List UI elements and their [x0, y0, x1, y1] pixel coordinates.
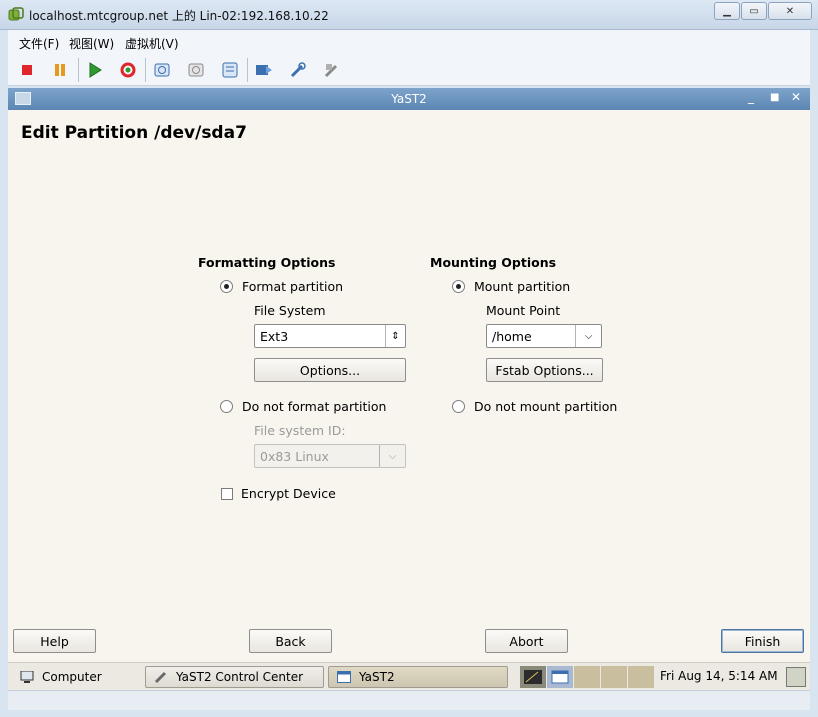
host-titlebar: localhost.mtcgroup.net 上的 Lin-02:192.168… — [0, 0, 818, 30]
yast-minimize-icon[interactable]: _ — [748, 90, 754, 104]
snapshot-icon — [154, 63, 170, 77]
abort-button[interactable]: Abort — [485, 629, 568, 653]
taskbar-yast2[interactable]: YaST2 — [328, 666, 508, 688]
vm-settings-button[interactable] — [252, 58, 276, 82]
format-partition-label[interactable]: Format partition — [242, 279, 343, 294]
revert-snapshot-button[interactable] — [184, 58, 208, 82]
options-button[interactable]: Options... — [254, 358, 406, 382]
do-not-format-radio[interactable] — [220, 400, 233, 413]
yast-maximize-icon[interactable]: ■ — [770, 92, 779, 103]
do-not-mount-label[interactable]: Do not mount partition — [474, 399, 617, 414]
tools-icon — [324, 64, 338, 78]
snapshot-manager-button[interactable] — [218, 58, 242, 82]
maximize-button[interactable]: ▭ — [741, 2, 767, 20]
host-toolbar — [8, 54, 810, 86]
mount-point-value: /home — [492, 329, 532, 344]
finish-button[interactable]: Finish — [721, 629, 804, 653]
pause-button[interactable] — [48, 58, 72, 82]
reset-button[interactable] — [116, 58, 140, 82]
mount-point-label: Mount Point — [486, 303, 561, 318]
play-icon — [89, 62, 102, 78]
fs-id-value: 0x83 Linux — [260, 449, 329, 464]
snapshot-button[interactable] — [150, 58, 174, 82]
fs-id-label: File system ID: — [254, 423, 346, 438]
clock[interactable]: Fri Aug 14, 5:14 AM — [660, 669, 778, 683]
encrypt-device-label[interactable]: Encrypt Device — [241, 486, 336, 501]
menu-file[interactable]: 文件(F) — [19, 35, 59, 52]
play-button[interactable] — [83, 58, 107, 82]
format-partition-radio[interactable] — [220, 280, 233, 293]
tools-button[interactable] — [286, 58, 310, 82]
vm-settings-icon — [256, 65, 272, 75]
computer-label: Computer — [42, 670, 102, 684]
computer-menu[interactable]: Computer — [12, 666, 102, 688]
minimize-button[interactable]: ▁ — [714, 2, 740, 20]
workspace-4[interactable] — [601, 666, 627, 688]
network-icon[interactable] — [786, 667, 806, 687]
encrypt-device-checkbox[interactable] — [221, 488, 233, 500]
menu-vm[interactable]: 虚拟机(V) — [125, 35, 179, 52]
workspace-5[interactable] — [628, 666, 654, 688]
workspace-1[interactable] — [520, 666, 546, 688]
back-button[interactable]: Back — [249, 629, 332, 653]
chevron-down-icon: ⌵ — [379, 445, 405, 467]
stop-button[interactable] — [15, 58, 39, 82]
yast-dialog: Edit Partition /dev/sda7 Formatting Opti… — [8, 110, 810, 662]
yast-titlebar: YaST2 _ ■ ✕ — [8, 88, 810, 110]
refresh-icon — [120, 62, 136, 78]
maximize-icon: ▭ — [749, 5, 759, 17]
snapshot-manager-icon — [222, 62, 238, 78]
spin-arrows-icon: ⇕ — [385, 325, 405, 347]
computer-icon — [20, 671, 34, 683]
terminal-icon — [524, 670, 542, 684]
mount-partition-label[interactable]: Mount partition — [474, 279, 570, 294]
close-button[interactable]: ✕ — [768, 2, 812, 20]
help-button[interactable]: Help — [13, 629, 96, 653]
mounting-options-title: Mounting Options — [430, 255, 557, 270]
page-title: Edit Partition /dev/sda7 — [21, 123, 247, 143]
yast-close-icon[interactable]: ✕ — [791, 90, 801, 104]
yast-window-title: YaST2 — [391, 92, 427, 106]
minimize-icon: ▁ — [723, 5, 731, 17]
revert-snapshot-icon — [188, 63, 204, 77]
host-window-title: localhost.mtcgroup.net 上的 Lin-02:192.168… — [29, 9, 329, 23]
stop-icon — [22, 65, 32, 75]
file-system-value: Ext3 — [260, 329, 289, 344]
formatting-options-title: Formatting Options — [198, 255, 336, 270]
workspace-2[interactable] — [547, 666, 573, 688]
fstab-options-button[interactable]: Fstab Options... — [486, 358, 603, 382]
host-statusbar — [8, 690, 810, 710]
pause-icon — [55, 64, 65, 76]
do-not-format-label[interactable]: Do not format partition — [242, 399, 386, 414]
taskbar-yast-control-center[interactable]: YaST2 Control Center — [145, 666, 324, 688]
task-label: YaST2 — [359, 670, 395, 684]
guest-taskbar: Computer YaST2 Control Center YaST2 Fri … — [8, 662, 810, 690]
file-system-combo[interactable]: Ext3 ⇕ — [254, 324, 406, 348]
window-icon — [337, 671, 351, 683]
wrench-icon — [154, 671, 167, 683]
mount-point-combo[interactable]: /home ⌵ — [486, 324, 602, 348]
chevron-down-icon[interactable]: ⌵ — [575, 325, 601, 347]
file-system-label: File System — [254, 303, 326, 318]
fs-id-combo[interactable]: 0x83 Linux ⌵ — [254, 444, 406, 468]
wrench-icon — [290, 62, 306, 78]
host-menubar: 文件(F) 视图(W) 虚拟机(V) — [8, 30, 810, 54]
do-not-mount-radio[interactable] — [452, 400, 465, 413]
task-label: YaST2 Control Center — [176, 670, 304, 684]
mount-partition-radio[interactable] — [452, 280, 465, 293]
workspace-3[interactable] — [574, 666, 600, 688]
close-icon: ✕ — [785, 5, 795, 17]
window-icon — [551, 670, 569, 684]
preferences-button[interactable] — [320, 58, 344, 82]
vm-app-icon — [8, 7, 24, 21]
menu-view[interactable]: 视图(W) — [69, 35, 114, 52]
